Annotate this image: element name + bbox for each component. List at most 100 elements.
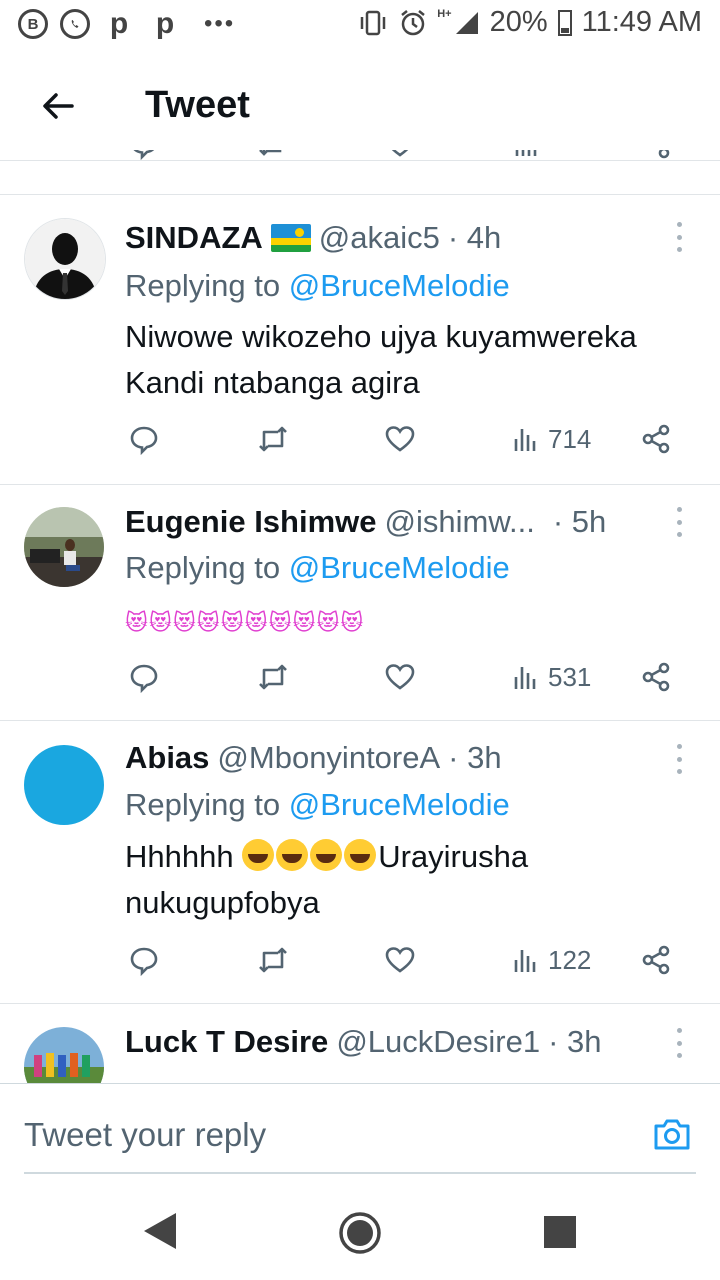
replying-to-label: Replying to	[125, 787, 289, 822]
nav-recents-icon[interactable]	[544, 1216, 576, 1248]
display-name[interactable]: Luck T Desire	[125, 1024, 328, 1060]
reply-button[interactable]	[128, 944, 160, 976]
retweet-button[interactable]	[256, 661, 290, 693]
more-icon[interactable]	[668, 222, 690, 252]
clock: 11:49 AM	[581, 6, 702, 38]
tweet-actions: 531	[126, 661, 686, 701]
more-icon[interactable]	[668, 1028, 690, 1058]
p-notification-icon-2: p	[155, 7, 175, 40]
laughing-emoji-icon	[344, 839, 377, 871]
laughing-emoji-icon	[242, 839, 275, 871]
views-count: 531	[548, 661, 592, 692]
b-notification-icon: B	[18, 9, 48, 39]
handle[interactable]: @LuckDesire1	[336, 1024, 540, 1060]
reply-icon	[130, 664, 158, 693]
nav-back-icon[interactable]	[142, 1211, 178, 1251]
like-icon	[385, 947, 415, 973]
laughing-emoji-icon	[276, 839, 309, 871]
timestamp[interactable]: · 3h	[448, 740, 501, 776]
timestamp[interactable]: · 5h	[553, 504, 606, 540]
reply-button[interactable]	[128, 423, 160, 455]
more-icon[interactable]	[668, 744, 690, 774]
rwanda-flag-icon	[270, 224, 311, 252]
alarm-icon	[401, 9, 425, 35]
reply-composer: Tweet your reply	[0, 1083, 720, 1184]
mention-link[interactable]: @BruceMelodie	[289, 787, 510, 822]
group-photo-avatar	[24, 1027, 104, 1083]
like-button[interactable]	[384, 661, 416, 693]
share-button[interactable]	[640, 423, 672, 455]
views-count: 714	[548, 423, 592, 454]
timestamp[interactable]: · 4h	[448, 220, 501, 256]
share-icon	[642, 945, 670, 975]
reply-input[interactable]: Tweet your reply	[24, 1116, 266, 1154]
tweet-actions: 714	[126, 423, 686, 463]
battery-icon	[557, 9, 572, 36]
avatar[interactable]	[24, 507, 104, 587]
replying-to: Replying to @BruceMelodie	[125, 268, 510, 304]
handle[interactable]: @akaic5	[319, 220, 440, 256]
replying-to: Replying to @BruceMelodie	[125, 787, 510, 823]
like-icon	[385, 664, 415, 690]
previous-tweet-actions	[0, 150, 720, 160]
tweet-text: Hhhhhh Urayirusha nukugupfobya	[125, 834, 705, 926]
views-button[interactable]: 122	[512, 944, 591, 976]
mention-link[interactable]: @BruceMelodie	[289, 268, 510, 303]
tweet-divider	[0, 194, 720, 195]
tweet-divider	[0, 484, 720, 485]
retweet-button[interactable]	[256, 423, 290, 455]
avatar[interactable]	[24, 745, 104, 825]
retweet-button[interactable]	[256, 944, 290, 976]
display-name[interactable]: Abias	[125, 740, 209, 776]
like-button[interactable]	[384, 944, 416, 976]
photo-avatar	[24, 507, 104, 587]
tweet-text-start: Hhhhhh	[125, 839, 234, 874]
like-button[interactable]	[384, 423, 416, 455]
avatar[interactable]	[24, 218, 106, 300]
views-icon	[514, 429, 536, 451]
nav-home-icon[interactable]	[338, 1211, 382, 1255]
p-notification-icon: p	[109, 7, 129, 40]
more-notifications-icon: •••	[204, 10, 236, 37]
timestamp[interactable]: · 3h	[548, 1024, 601, 1060]
laughing-emoji-icon	[310, 839, 343, 871]
retweet-icon	[259, 947, 287, 973]
tweet-divider	[0, 720, 720, 721]
tweet-actions: 122	[126, 944, 686, 984]
display-name[interactable]: Eugenie Ishimwe	[125, 504, 377, 540]
tweet-text: Niwowe wikozeho ujya kuyamwereka Kandi n…	[125, 319, 637, 400]
share-button[interactable]	[640, 944, 672, 976]
status-bar: B p p ••• H+ 20% 11:49 AM	[0, 0, 720, 52]
display-name[interactable]: SINDAZA	[125, 220, 263, 256]
mention-link[interactable]: @BruceMelodie	[289, 550, 510, 585]
views-icon	[514, 950, 536, 972]
views-count: 122	[548, 944, 592, 975]
battery-percent: 20%	[489, 6, 548, 38]
views-button[interactable]: 714	[512, 423, 591, 455]
views-icon	[514, 667, 536, 689]
avatar[interactable]	[24, 1027, 104, 1083]
handle[interactable]: @ishimw...	[385, 504, 535, 540]
handle[interactable]: @MbonyintoreA	[217, 740, 440, 776]
vibrate-icon	[360, 10, 386, 35]
whatsapp-icon	[60, 9, 90, 39]
reply-icon	[130, 426, 158, 455]
back-arrow-icon[interactable]	[38, 86, 78, 126]
views-button[interactable]: 531	[512, 661, 591, 693]
reply-icon	[130, 947, 158, 976]
more-icon[interactable]	[668, 507, 690, 537]
reply-underline	[24, 1172, 696, 1174]
network-type: H+	[437, 8, 452, 20]
share-icon	[642, 424, 670, 454]
top-app-bar: Tweet	[0, 52, 720, 160]
reply-button[interactable]	[128, 661, 160, 693]
default-person-avatar-icon	[25, 219, 105, 299]
page-title: Tweet	[145, 84, 250, 126]
like-icon	[385, 426, 415, 452]
share-button[interactable]	[640, 661, 672, 693]
tweet-luck[interactable]: Luck T Desire @LuckDesire1 · 3h	[0, 1004, 720, 1083]
replying-to-label: Replying to	[125, 268, 289, 303]
tweet-text: 😻😻😻😻😻😻😻😻😻😻	[125, 610, 365, 635]
camera-icon[interactable]	[652, 1114, 692, 1154]
retweet-icon	[259, 664, 287, 690]
